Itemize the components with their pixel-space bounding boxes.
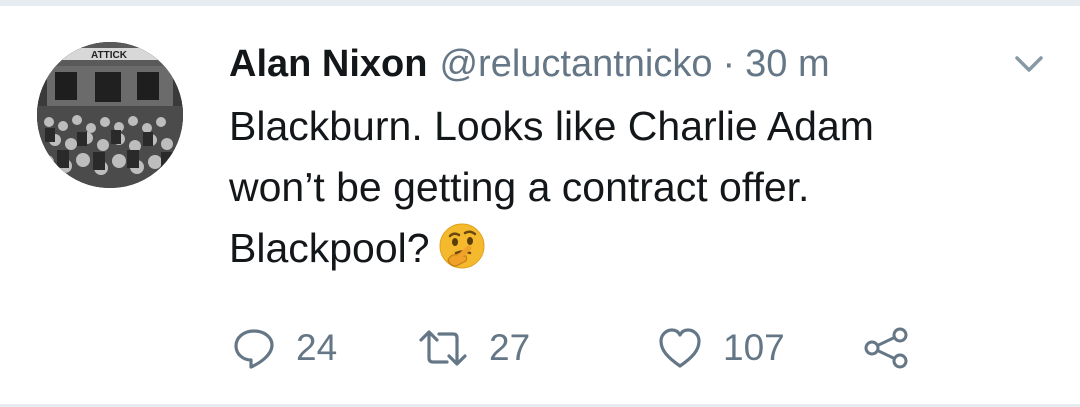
display-name[interactable]: Alan Nixon [229,40,427,88]
avatar-sign-text: ATTICK [91,50,128,61]
like-count: 107 [723,327,785,368]
heart-icon [659,328,701,368]
user-handle[interactable]: @reluctantnicko [439,40,712,88]
retweet-count: 27 [489,327,531,368]
chevron-down-icon [1015,56,1043,72]
thinking-face-icon [438,222,486,270]
share-button[interactable] [862,322,910,374]
tweet-text-line-text: Blackpool? [229,225,430,271]
reply-count: 24 [296,327,338,368]
tweet-text-line: Blackburn. Looks like Charlie Adam [229,103,874,149]
like-button[interactable]: 107 [657,322,785,374]
tweet-header: Alan Nixon @reluctantnicko · 30 m [229,40,830,88]
tweet-text-line: Blackpool? [229,218,989,279]
tweet-text: Blackburn. Looks like Charlie Adam won’t… [229,96,989,279]
avatar-photo: ATTICK [37,42,183,188]
retweet-button[interactable]: 27 [417,322,530,374]
share-icon [864,327,908,369]
reply-icon [234,329,274,369]
tweet-menu-button[interactable] [1012,52,1046,76]
avatar[interactable]: ATTICK [37,42,183,188]
reply-button[interactable]: 24 [232,322,337,374]
tweet-text-line: won’t be getting a contract offer. [229,164,810,210]
tweet-actions: 24 27 107 [232,322,932,374]
retweet-icon [419,330,467,366]
header-separator: · [722,43,736,85]
top-divider [0,0,1080,6]
tweet-timestamp[interactable]: 30 m [745,40,829,88]
